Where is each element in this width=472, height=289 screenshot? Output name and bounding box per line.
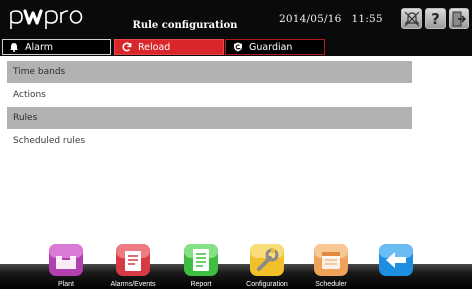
rule-config-list: Time bands Actions Rules Scheduled rules	[7, 61, 412, 153]
alarms-events-icon	[116, 244, 150, 276]
dock-item-report[interactable]: Report	[166, 243, 236, 288]
alarm-mute-icon[interactable]	[401, 8, 422, 29]
dock-label-configuration: Configuration	[246, 281, 288, 288]
list-item-label: Rules	[13, 113, 38, 123]
list-item-label: Time bands	[13, 67, 66, 77]
scheduler-icon	[314, 244, 348, 276]
dock-item-alarms-events[interactable]: Alarms/Events	[98, 243, 168, 288]
dock-label-scheduler: Scheduler	[315, 281, 347, 288]
list-item-actions[interactable]: Actions	[7, 84, 412, 106]
date-text: 2014/05/16	[279, 13, 342, 25]
dock-item-back[interactable]	[361, 243, 431, 277]
bell-icon	[10, 43, 18, 52]
back-arrow-icon	[379, 244, 413, 276]
datetime-display: 2014/05/16 11:55	[279, 13, 383, 25]
dock-label-plant: Plant	[58, 281, 74, 288]
dock-item-plant[interactable]: Plant	[31, 243, 101, 288]
tab-reload[interactable]: Reload	[114, 39, 224, 55]
tab-alarm[interactable]: Alarm	[2, 39, 111, 55]
dock-label-alarms-events: Alarms/Events	[110, 281, 156, 288]
help-icon[interactable]: ?	[425, 8, 446, 29]
pwpro-logo	[10, 9, 83, 29]
guardian-icon	[234, 42, 242, 52]
list-item-rules[interactable]: Rules	[7, 107, 412, 129]
reload-icon	[122, 42, 132, 52]
page-title: Rule configuration	[132, 20, 238, 31]
dock-label-report: Report	[190, 281, 212, 288]
app-window: { "header": { "logo_text": "pwpro", "tit…	[0, 0, 472, 289]
exit-icon[interactable]	[449, 8, 469, 29]
plant-icon	[49, 244, 83, 276]
time-text: 11:55	[351, 13, 383, 25]
list-item-label: Scheduled rules	[13, 136, 86, 146]
list-item-label: Actions	[13, 90, 46, 100]
configuration-icon	[250, 244, 284, 276]
dock-item-configuration[interactable]: Configuration	[232, 243, 302, 288]
tab-reload-label: Reload	[138, 41, 171, 53]
header-bar: Rule configuration 2014/05/16 11:55 ? Al…	[0, 0, 472, 56]
tab-guardian[interactable]: Guardian	[225, 39, 325, 55]
list-item-scheduled-rules[interactable]: Scheduled rules	[7, 130, 412, 152]
report-icon	[184, 244, 218, 276]
dock-item-scheduler[interactable]: Scheduler	[296, 243, 366, 288]
list-item-time-bands[interactable]: Time bands	[7, 61, 412, 83]
tab-guardian-label: Guardian	[249, 41, 293, 53]
tab-alarm-label: Alarm	[25, 41, 53, 53]
